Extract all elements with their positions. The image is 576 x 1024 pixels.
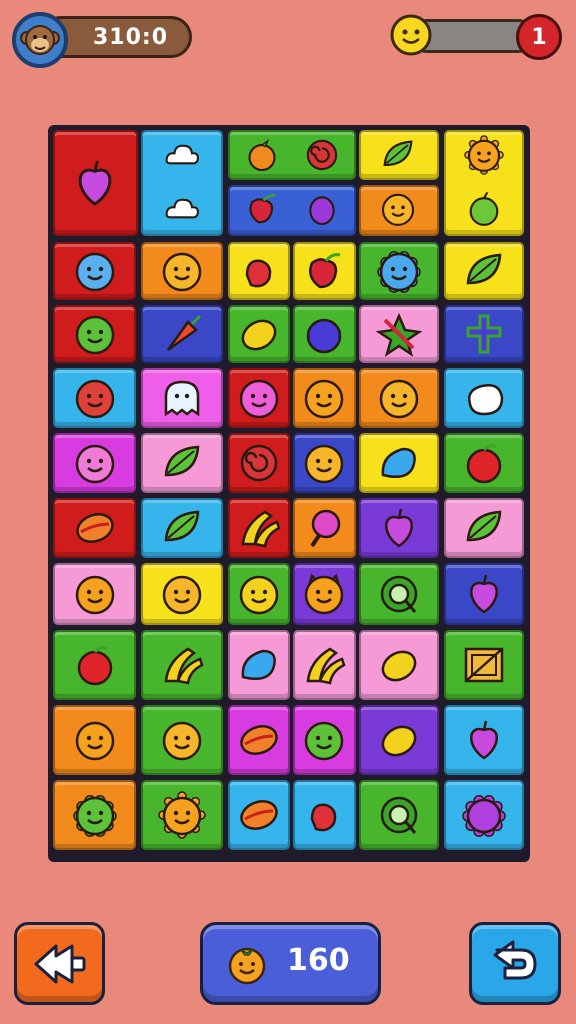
orange-face-icon <box>228 947 266 985</box>
smiley-icon <box>158 716 206 764</box>
blue-blob-icon <box>71 247 119 295</box>
sun-face-icon <box>464 135 504 175</box>
sun-face-icon <box>158 791 206 839</box>
pink-bulb-icon <box>300 504 348 552</box>
moves-count: 160 <box>287 943 350 978</box>
mango-icon <box>235 716 283 764</box>
plum-icon <box>460 570 508 618</box>
smiley-icon <box>300 439 348 487</box>
cloud-icon <box>162 135 202 175</box>
white-blob-icon <box>460 374 508 422</box>
cross-icon <box>460 310 508 358</box>
ring-icon <box>375 570 423 618</box>
plum-icon <box>460 716 508 764</box>
smiley-icon <box>158 570 206 618</box>
plum-icon <box>375 504 423 552</box>
leaf-icon <box>378 135 418 175</box>
smiley-icon <box>390 14 432 56</box>
blue-drop-icon <box>375 439 423 487</box>
game-board <box>48 125 530 862</box>
plum-icon <box>67 155 123 211</box>
leaf-icon <box>460 247 508 295</box>
radish-icon <box>300 791 348 839</box>
lemon-face-icon <box>235 570 283 618</box>
lemon-icon <box>235 310 283 358</box>
ring-icon <box>375 791 423 839</box>
back-button[interactable] <box>14 922 105 1005</box>
mango-icon <box>71 504 119 552</box>
lemon-icon <box>375 716 423 764</box>
swirl-icon <box>235 439 283 487</box>
berry-icon <box>300 310 348 358</box>
tomato-icon <box>71 374 119 422</box>
pink-face-icon <box>71 439 119 487</box>
smiley-icon <box>378 189 418 229</box>
leaf-icon <box>158 439 206 487</box>
leaf-icon <box>158 504 206 552</box>
orange-face-icon <box>300 374 348 422</box>
pepper-icon <box>300 247 348 295</box>
pepper-icon <box>242 189 282 229</box>
monkey-icon <box>20 25 60 55</box>
carrot-icon <box>158 310 206 358</box>
pink-ball-icon <box>235 374 283 422</box>
mango-icon <box>235 791 283 839</box>
green-gear-icon <box>71 791 119 839</box>
radish-icon <box>235 247 283 295</box>
lives-badge: 1 <box>516 14 562 60</box>
lives-count: 1 <box>531 24 547 50</box>
green-blob-icon <box>71 310 119 358</box>
green-apple-icon <box>464 189 504 229</box>
crate-icon <box>460 641 508 689</box>
ghost-icon <box>158 374 206 422</box>
lemon-icon <box>375 641 423 689</box>
orange-fruit-icon <box>242 135 282 175</box>
undo-button[interactable] <box>469 922 561 1005</box>
swirl-icon <box>302 135 342 175</box>
orange-face-icon <box>71 570 119 618</box>
cat-face-icon <box>300 570 348 618</box>
smiley-icon <box>375 374 423 422</box>
purple-gear-icon <box>460 791 508 839</box>
blue-drop-icon <box>235 641 283 689</box>
apple-icon <box>460 439 508 487</box>
eggplant-icon <box>302 189 342 229</box>
banana-icon <box>300 641 348 689</box>
star-leaf-icon <box>375 310 423 358</box>
apple-icon <box>71 641 119 689</box>
leaf-icon <box>460 504 508 552</box>
banana-icon <box>235 504 283 552</box>
blue-gear-icon <box>375 247 423 295</box>
cloud-icon <box>162 189 202 229</box>
score-value: 310:0 <box>93 24 169 50</box>
smiley-icon <box>158 247 206 295</box>
moves-counter: 160 <box>200 922 381 1005</box>
orange-face-icon <box>71 716 119 764</box>
green-blob-icon <box>300 716 348 764</box>
player-avatar[interactable] <box>12 12 68 68</box>
undo-arrow-icon <box>493 940 537 979</box>
banana-icon <box>158 641 206 689</box>
rewind-icon <box>34 944 85 983</box>
